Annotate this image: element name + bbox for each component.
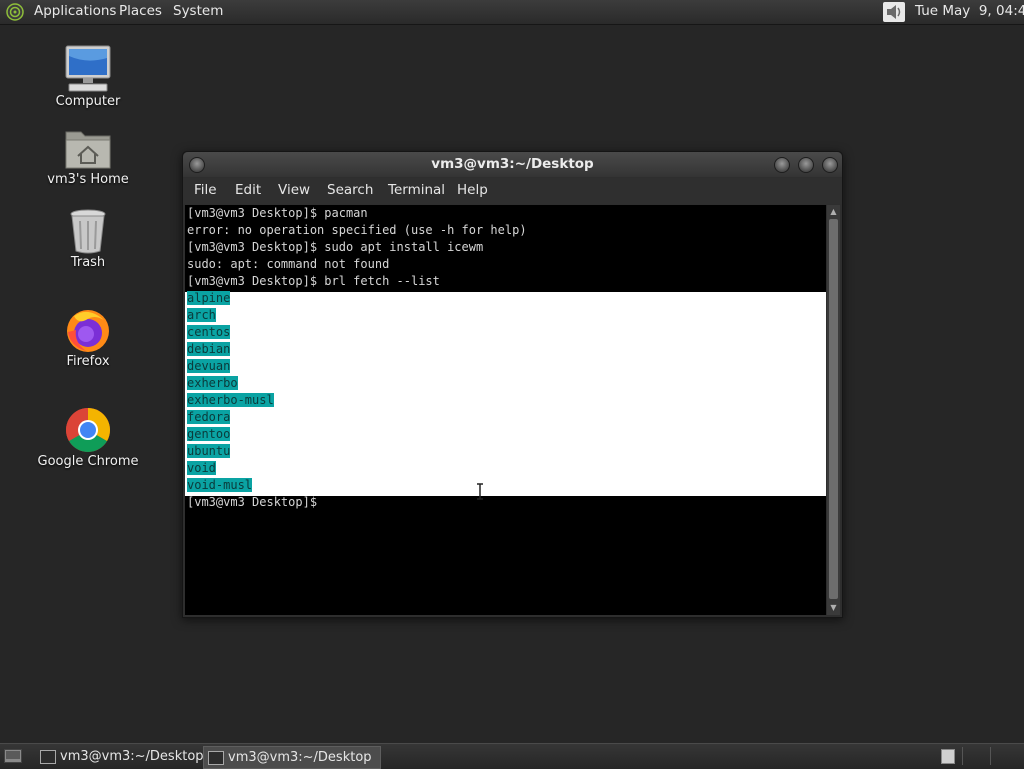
desktop-icon-firefox[interactable]: Firefox (33, 306, 143, 369)
terminal-line: sudo: apt: command not found (187, 257, 390, 271)
menu-terminal[interactable]: Terminal (388, 182, 445, 198)
desktop-icon-label: Google Chrome (37, 454, 139, 469)
distro-list-item: debian (187, 342, 231, 356)
terminal-scrollbar[interactable]: ▲ ▼ (827, 205, 840, 615)
places-menu[interactable]: Places (119, 3, 162, 19)
taskbar-item-active[interactable]: vm3@vm3:~/Desktop (203, 746, 381, 769)
terminal-icon (40, 750, 56, 764)
chrome-icon (66, 408, 110, 452)
distro-list-item: void (187, 461, 216, 475)
trash-icon (70, 209, 106, 254)
computer-icon (65, 45, 111, 92)
scroll-down-arrow-icon[interactable]: ▼ (829, 603, 838, 613)
desktop-icon-home[interactable]: vm3's Home (33, 126, 143, 187)
distro-list-item: ubuntu (187, 444, 231, 458)
scrollbar-thumb[interactable] (829, 219, 838, 599)
desktop-icon-trash[interactable]: Trash (33, 207, 143, 270)
maximize-button[interactable] (798, 157, 814, 173)
applications-menu[interactable]: Applications (34, 3, 116, 19)
desktop-icon-chrome[interactable]: Google Chrome (33, 406, 143, 469)
workspace-switcher-1[interactable] (941, 749, 955, 764)
menu-help[interactable]: Help (457, 182, 488, 198)
terminal-output[interactable]: [vm3@vm3 Desktop]$ pacman error: no oper… (185, 205, 826, 615)
taskbar-item[interactable]: vm3@vm3:~/Desktop (36, 746, 212, 767)
menu-search[interactable]: Search (327, 182, 373, 198)
terminal-line: [vm3@vm3 Desktop]$ pacman (187, 206, 368, 220)
distro-list-item: gentoo (187, 427, 231, 441)
bottom-panel: vm3@vm3:~/Desktop vm3@vm3:~/Desktop (0, 743, 1024, 769)
distro-list-item: exherbo-musl (187, 393, 274, 407)
desktop-icon-label: Computer (55, 94, 121, 109)
desktop-icon-label: Firefox (66, 354, 110, 369)
terminal-line: [vm3@vm3 Desktop]$ sudo apt install icew… (187, 240, 484, 254)
terminal-line: [vm3@vm3 Desktop]$ brl fetch --list (187, 274, 440, 288)
distro-list-item: alpine (187, 291, 231, 305)
taskbar-item-label: vm3@vm3:~/Desktop (60, 749, 204, 764)
system-menu[interactable]: System (173, 3, 223, 19)
terminal-icon (208, 751, 224, 765)
terminal-window: vm3@vm3:~/Desktop File Edit View Search … (182, 151, 843, 618)
distro-list-item: centos (187, 325, 231, 339)
text-cursor-icon (477, 483, 483, 500)
terminal-prompt[interactable]: [vm3@vm3 Desktop]$ (187, 494, 317, 511)
panel-divider (962, 747, 963, 765)
distro-list-item: devuan (187, 359, 231, 373)
menu-view[interactable]: View (278, 182, 310, 198)
selection-area (185, 292, 826, 496)
volume-icon[interactable] (883, 2, 905, 22)
taskbar-item-label: vm3@vm3:~/Desktop (228, 750, 372, 765)
distro-list-item: arch (187, 308, 216, 322)
panel-divider (990, 747, 991, 765)
show-desktop-icon[interactable] (4, 748, 22, 764)
scroll-up-arrow-icon[interactable]: ▲ (829, 207, 838, 217)
menu-edit[interactable]: Edit (235, 182, 261, 198)
window-title: vm3@vm3:~/Desktop (431, 156, 594, 172)
top-panel: Applications Places System Tue May 9, 04… (0, 0, 1024, 25)
menu-file[interactable]: File (194, 182, 217, 198)
desktop-icon-computer[interactable]: Computer (33, 44, 143, 109)
window-titlebar[interactable]: vm3@vm3:~/Desktop (183, 152, 842, 177)
window-menubar: File Edit View Search Terminal Help (183, 178, 842, 204)
distro-list-item: void-musl (187, 478, 253, 492)
distro-logo-icon[interactable] (6, 3, 24, 21)
distro-list-item: fedora (187, 410, 231, 424)
terminal-line: error: no operation specified (use -h fo… (187, 223, 527, 237)
firefox-icon (67, 310, 109, 352)
minimize-button[interactable] (774, 157, 790, 173)
close-button[interactable] (822, 157, 838, 173)
desktop-icon-label: Trash (70, 255, 106, 270)
home-folder-icon (65, 131, 111, 169)
distro-list-item: exherbo (187, 376, 238, 390)
desktop-icon-label: vm3's Home (47, 172, 129, 187)
clock[interactable]: Tue May 9, 04:44 (915, 3, 1024, 19)
